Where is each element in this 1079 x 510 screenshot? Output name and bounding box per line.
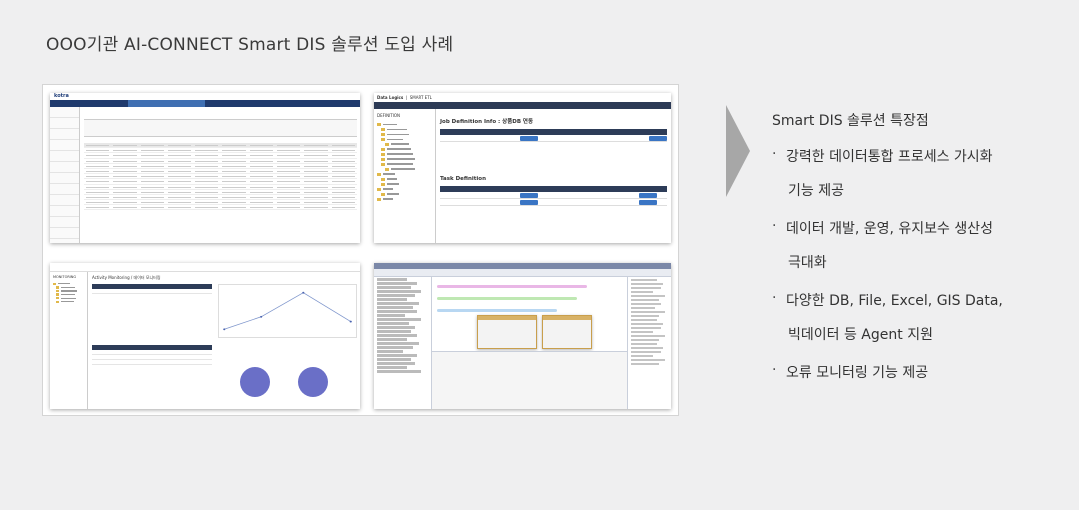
folder-icon <box>381 147 385 151</box>
edit-button[interactable] <box>520 193 538 198</box>
monitoring-main: Activity Monitoring / 데이터 모니터링 <box>92 275 357 406</box>
folder-icon <box>385 167 389 171</box>
property-dialog[interactable] <box>477 315 537 349</box>
folder-icon <box>56 286 59 289</box>
etl-definition-tree: DEFINITION <box>374 109 436 243</box>
bullet-icon: · <box>772 146 777 162</box>
folder-icon <box>381 177 385 181</box>
pie-chart <box>298 367 328 397</box>
folder-icon <box>56 296 59 300</box>
tree-header: MONITORING <box>53 275 77 279</box>
portal-filters <box>84 119 357 137</box>
tree-header: DEFINITION <box>377 113 401 118</box>
edit-button[interactable] <box>639 200 657 205</box>
kotra-logo: kotra <box>54 93 69 99</box>
folder-icon <box>56 293 59 296</box>
edit-button[interactable] <box>520 200 538 205</box>
feature-item: · 다양한 DB, File, Excel, GIS Data, 빅데이터 등 A… <box>772 290 1003 343</box>
portal-nav <box>50 100 360 107</box>
monitoring-title: Activity Monitoring / 데이터 모니터링 <box>92 275 161 280</box>
folder-icon <box>381 137 385 141</box>
etl-menubar <box>374 102 671 109</box>
task-definition-title: Task Definition <box>440 176 486 182</box>
screenshot-etl-designer <box>374 263 671 409</box>
edit-button[interactable] <box>639 193 657 198</box>
monitoring-topbar <box>50 263 360 272</box>
folder-icon <box>385 142 389 146</box>
portal-content <box>84 111 357 240</box>
folder-icon <box>381 152 385 156</box>
folder-icon <box>381 157 385 161</box>
screenshots-panel: kotra Data Logics | SMART ETL DEFINITION… <box>42 84 679 416</box>
features-list: Smart DIS 솔루션 특장점 · 강력한 데이터통합 프로세스 가시화 기능… <box>772 110 1072 382</box>
features-title: Smart DIS 솔루션 특장점 <box>772 113 929 129</box>
etl-product: SMART ETL <box>409 95 432 100</box>
folder-icon <box>53 282 56 286</box>
screenshot-activity-monitoring: MONITORING Activity Monitoring / 데이터 모니터… <box>50 263 360 409</box>
right-arrow-icon <box>726 105 750 197</box>
bullet-icon: · <box>772 290 777 306</box>
folder-icon <box>377 197 381 201</box>
folder-icon <box>377 122 381 126</box>
designer-right-panel <box>627 277 671 409</box>
folder-icon <box>381 127 385 131</box>
etl-topbar: Data Logics | SMART ETL <box>374 93 671 102</box>
folder-icon <box>381 192 385 196</box>
folder-icon <box>377 187 381 191</box>
bullet-icon: · <box>772 362 777 378</box>
etl-brand: Data Logics <box>377 95 404 100</box>
folder-icon <box>377 172 381 176</box>
mapping-dialog[interactable] <box>542 315 592 349</box>
folder-icon <box>381 132 385 136</box>
folder-icon <box>381 182 385 186</box>
job-definition-title: Job Definition Info : 상품DB 연동 <box>440 119 534 125</box>
line-chart-svg <box>223 291 352 331</box>
etl-main: Job Definition Info : 상품DB 연동 Task Defin… <box>440 109 667 243</box>
designer-canvas[interactable] <box>432 277 627 349</box>
designer-toolbar <box>374 269 671 277</box>
monitoring-detail-table <box>92 345 212 365</box>
screenshot-smart-etl-definition: Data Logics | SMART ETL DEFINITION Job D… <box>374 93 671 243</box>
task-definition-table <box>440 186 667 206</box>
folder-icon <box>56 300 59 304</box>
designer-log-panel <box>432 351 627 409</box>
bullet-icon: · <box>772 218 777 234</box>
monitoring-line-chart <box>218 284 357 338</box>
feature-item: · 강력한 데이터통합 프로세스 가시화 기능 제공 <box>772 146 993 199</box>
folder-icon <box>56 289 59 293</box>
monitoring-tree: MONITORING <box>50 272 88 409</box>
pie-chart <box>240 367 270 397</box>
designer-left-panel <box>374 277 432 409</box>
page-title: OOO기관 AI-CONNECT Smart DIS 솔루션 도입 사례 <box>46 35 454 55</box>
monitoring-summary-table <box>92 284 212 294</box>
feature-item: · 데이터 개발, 운영, 유지보수 생산성 극대화 <box>772 218 994 271</box>
folder-icon <box>381 162 385 166</box>
feature-item: · 오류 모니터링 기능 제공 <box>772 362 929 381</box>
screenshot-data-portal: kotra <box>50 93 360 243</box>
edit-button[interactable] <box>520 136 538 141</box>
portal-sidebar <box>50 107 80 243</box>
job-definition-table <box>440 129 667 142</box>
edit-button[interactable] <box>649 136 667 141</box>
breadcrumb <box>440 109 667 117</box>
